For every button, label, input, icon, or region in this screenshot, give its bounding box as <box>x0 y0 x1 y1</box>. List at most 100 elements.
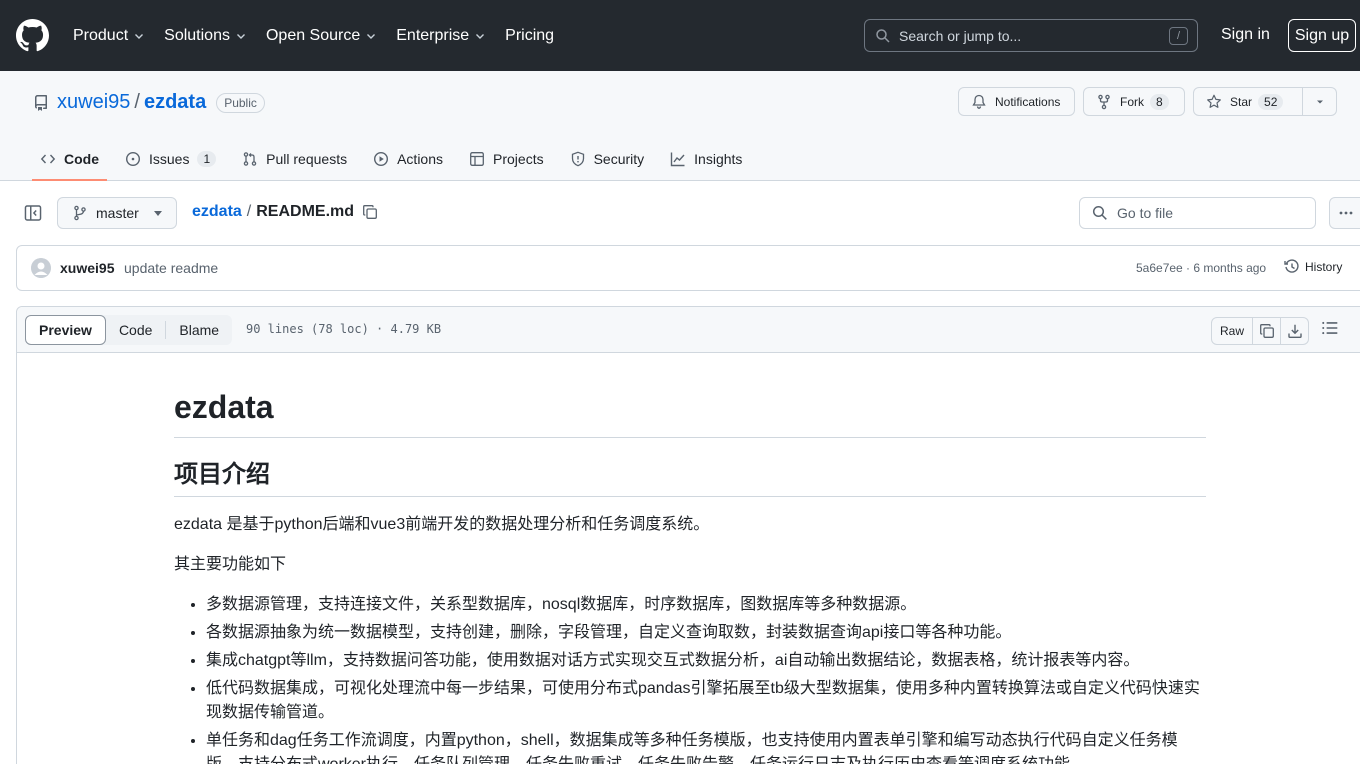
breadcrumb-separator: / <box>246 203 252 220</box>
triangle-down-icon <box>1316 100 1323 103</box>
outline-list-icon[interactable] <box>1321 319 1339 337</box>
download-raw-button[interactable] <box>1281 317 1309 345</box>
avatar-placeholder-icon <box>31 258 51 278</box>
readme-section-heading: 项目介绍 <box>174 460 1206 497</box>
nav-label: Open Source <box>265 26 361 44</box>
download-icon <box>1287 324 1302 338</box>
code-icon <box>40 154 56 164</box>
fork-label: Fork <box>1120 94 1144 109</box>
latest-commit-bar: xuwei95 update readme 5a6e7ee · 6 months… <box>16 245 1360 291</box>
tab-label: Security <box>593 151 645 167</box>
search-icon <box>1092 205 1107 220</box>
list-item: 多数据源管理，支持连接文件，关系型数据库，nosql数据库，时序数据库，图数据库… <box>206 593 1206 617</box>
star-group: Star 52 <box>1193 87 1337 116</box>
nav-solutions[interactable]: Solutions <box>164 27 247 45</box>
sign-up-button[interactable]: Sign up <box>1288 19 1356 52</box>
repo-title: xuwei95 / ezdata Public <box>33 91 265 114</box>
graph-icon <box>670 152 685 167</box>
repo-owner-link[interactable]: xuwei95 <box>57 91 130 114</box>
file-stats: 90 lines (78 loc) · 4.79 KB <box>246 322 442 336</box>
repo-tabs: Code Issues 1 Pull requests Actions Proj… <box>32 137 760 181</box>
star-button[interactable]: Star 52 <box>1193 87 1303 116</box>
raw-button[interactable]: Raw <box>1211 317 1253 345</box>
sign-in-link[interactable]: Sign in <box>1221 26 1270 44</box>
star-icon <box>1207 94 1221 108</box>
chevron-down-icon <box>135 33 144 39</box>
nav-open-source[interactable]: Open Source <box>266 27 377 45</box>
tab-label: Actions <box>397 151 444 167</box>
sidebar-toggle-icon[interactable] <box>24 204 42 222</box>
readme-content: ezdata 项目介绍 ezdata 是基于python后端和vue3前端开发的… <box>174 353 1206 764</box>
notifications-label: Notifications <box>995 94 1061 109</box>
avatar[interactable] <box>31 258 51 278</box>
tab-security[interactable]: Security <box>562 137 653 181</box>
tab-label: Insights <box>694 151 743 167</box>
search-placeholder: Search or jump to... <box>899 27 1022 44</box>
tab-code-view[interactable]: Code <box>106 315 165 345</box>
repo-icon <box>34 94 47 111</box>
github-logo-icon[interactable] <box>16 19 49 52</box>
global-search-input[interactable]: Search or jump to... / <box>864 19 1198 52</box>
fork-icon <box>1098 94 1110 109</box>
more-options-button[interactable] <box>1329 197 1360 229</box>
tab-issues[interactable]: Issues 1 <box>117 137 224 181</box>
history-button[interactable]: History <box>1284 259 1342 275</box>
nav-label: Product <box>73 26 129 44</box>
file-viewer: Preview Code Blame 90 lines (78 loc) · 4… <box>16 306 1360 764</box>
tab-preview[interactable]: Preview <box>25 315 106 345</box>
tab-actions[interactable]: Actions <box>365 137 451 181</box>
tab-code[interactable]: Code <box>32 137 107 181</box>
nav-pricing[interactable]: Pricing <box>505 27 554 45</box>
chevron-down-icon <box>236 33 245 39</box>
commit-sha-time[interactable]: 5a6e7ee · 6 months ago <box>1136 261 1266 275</box>
list-item: 集成chatgpt等llm，支持数据问答功能，使用数据对话方式实现交互式数据分析… <box>206 649 1206 673</box>
tab-label: Pull requests <box>266 151 348 167</box>
shield-icon <box>571 151 584 167</box>
raw-actions: Raw <box>1211 317 1309 345</box>
global-header: Product Solutions Open Source Enterprise… <box>0 0 1360 71</box>
star-label: Star <box>1230 94 1253 109</box>
readme-features-title: 其主要功能如下 <box>174 556 287 573</box>
breadcrumb-file: README.md <box>256 203 355 220</box>
go-to-file-input[interactable]: Go to file <box>1079 197 1316 229</box>
tab-blame[interactable]: Blame <box>166 315 232 345</box>
triangle-down-icon <box>154 211 162 216</box>
list-item: 低代码数据集成，可视化处理流中每一步结果，可使用分布式pandas引擎拓展至tb… <box>206 677 1206 725</box>
nav-enterprise[interactable]: Enterprise <box>396 27 486 45</box>
fork-button[interactable]: Fork 8 <box>1083 87 1185 116</box>
branch-selector[interactable]: master <box>57 197 177 229</box>
copy-raw-button[interactable] <box>1253 317 1281 345</box>
tab-insights[interactable]: Insights <box>662 137 750 181</box>
bell-icon <box>972 94 986 109</box>
commit-message-link[interactable]: update readme <box>124 260 218 276</box>
table-icon <box>470 152 484 166</box>
chevron-down-icon <box>476 33 485 39</box>
nav-product[interactable]: Product <box>73 27 145 45</box>
go-to-file-placeholder: Go to file <box>1117 205 1174 221</box>
copy-icon <box>1259 324 1274 338</box>
breadcrumb-repo-link[interactable]: ezdata <box>192 203 242 221</box>
history-icon <box>1284 259 1299 273</box>
star-dropdown-button[interactable] <box>1303 87 1337 116</box>
repo-name-link[interactable]: ezdata <box>144 91 206 114</box>
repo-header: xuwei95 / ezdata Public Notifications Fo… <box>0 71 1360 181</box>
readme-intro: ezdata 是基于python后端和vue3前端开发的数据处理分析和任务调度系… <box>174 516 710 533</box>
nav-label: Solutions <box>164 26 230 44</box>
nav-label: Enterprise <box>396 26 470 44</box>
tab-label: Projects <box>493 151 544 167</box>
history-label: History <box>1305 260 1343 274</box>
tab-label: Issues <box>149 151 190 167</box>
file-toolbar: Preview Code Blame 90 lines (78 loc) · 4… <box>17 307 1360 353</box>
search-icon <box>876 28 890 43</box>
view-mode-toggle: Preview Code Blame <box>25 315 233 345</box>
tab-projects[interactable]: Projects <box>461 137 552 181</box>
notifications-button[interactable]: Notifications <box>958 87 1075 116</box>
pull-request-icon <box>243 152 257 166</box>
list-item: 单任务和dag任务工作流调度，内置python，shell，数据集成等多种任务模… <box>206 729 1206 764</box>
issues-count: 1 <box>197 151 217 167</box>
commit-author-link[interactable]: xuwei95 <box>60 260 114 276</box>
fork-count: 8 <box>1150 93 1169 110</box>
tab-pull-requests[interactable]: Pull requests <box>234 137 355 181</box>
readme-feature-list: 多数据源管理，支持连接文件，关系型数据库，nosql数据库，时序数据库，图数据库… <box>174 593 1206 764</box>
copy-icon[interactable] <box>362 204 378 220</box>
